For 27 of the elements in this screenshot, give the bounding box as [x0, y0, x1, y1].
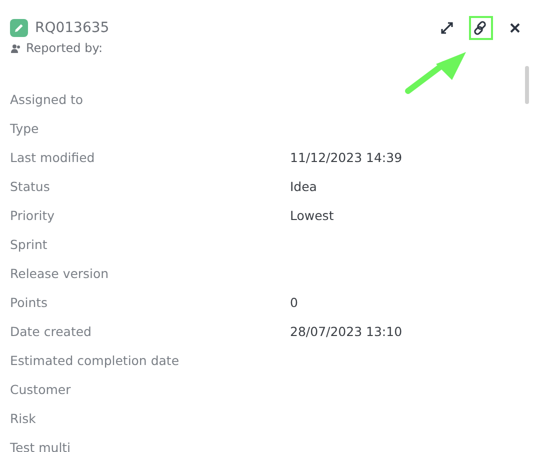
field-value: Lowest — [290, 208, 334, 223]
item-id: RQ013635 — [35, 20, 110, 36]
expand-icon — [440, 21, 454, 35]
field-label: Priority — [10, 208, 56, 223]
field-label: Customer — [10, 382, 72, 397]
field-value: Idea — [290, 179, 317, 194]
field-label: Sprint — [10, 237, 48, 252]
field-label: Test multi — [10, 440, 72, 452]
field-label: Assigned to — [10, 92, 84, 107]
pencil-icon — [10, 19, 28, 37]
field-label: Estimated completion date — [10, 353, 180, 368]
people-icon — [11, 44, 21, 52]
field-label: Risk — [10, 411, 37, 426]
field-label: Type — [10, 121, 40, 136]
reported-by-label: Reported by: — [26, 41, 102, 55]
link-icon — [473, 20, 489, 36]
link-button[interactable] — [469, 16, 493, 40]
scrollbar-thumb[interactable] — [525, 66, 529, 104]
field-label: Status — [10, 179, 51, 194]
field-value: 11/12/2023 14:39 — [290, 150, 402, 165]
field-value: 0 — [290, 295, 298, 310]
field-value: 28/07/2023 13:10 — [290, 324, 402, 339]
field-label: Release version — [10, 266, 110, 281]
field-label: Date created — [10, 324, 92, 339]
field-label: Last modified — [10, 150, 96, 165]
close-icon — [509, 22, 521, 34]
field-label: Points — [10, 295, 49, 310]
